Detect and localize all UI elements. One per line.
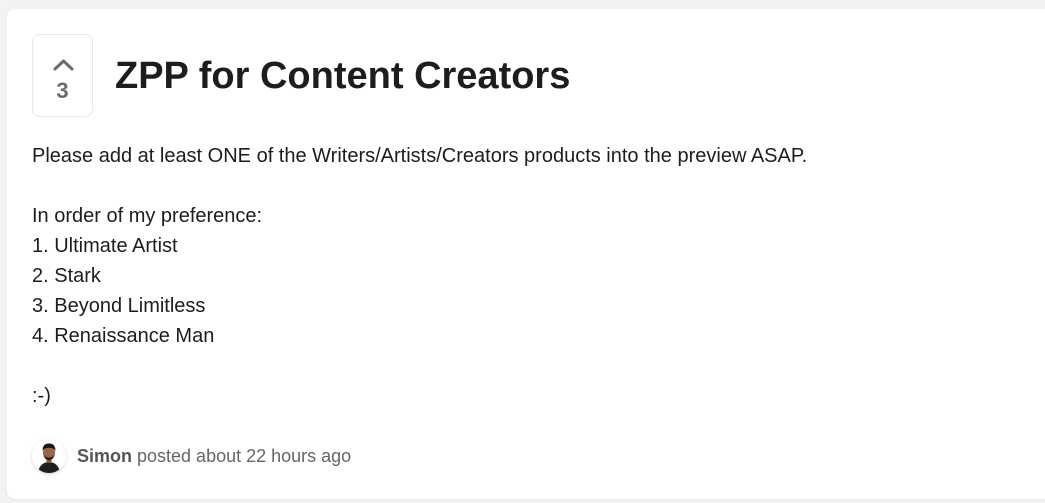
upvote-button[interactable]: 3 bbox=[32, 34, 93, 117]
chevron-up-icon bbox=[53, 59, 74, 71]
post-footer: Simon posted about 22 hours ago bbox=[32, 439, 351, 473]
user-avatar-icon bbox=[32, 439, 66, 473]
body-line-blank bbox=[32, 351, 1012, 381]
body-line: :-) bbox=[32, 385, 51, 407]
avatar[interactable] bbox=[32, 439, 66, 473]
body-line: 1. Ultimate Artist bbox=[32, 235, 178, 257]
body-line: 3. Beyond Limitless bbox=[32, 295, 206, 317]
author-name[interactable]: Simon bbox=[77, 446, 132, 467]
body-line: Please add at least ONE of the Writers/A… bbox=[32, 145, 808, 167]
post-timestamp: posted about 22 hours ago bbox=[137, 445, 352, 466]
post-card: 3 ZPP for Content Creators Please add at… bbox=[7, 9, 1045, 499]
body-line: 4. Renaissance Man bbox=[32, 325, 215, 347]
body-line-blank bbox=[32, 171, 1012, 201]
post-title: ZPP for Content Creators bbox=[115, 55, 571, 97]
body-line: 2. Stark bbox=[32, 265, 101, 287]
post-body: Please add at least ONE of the Writers/A… bbox=[32, 141, 1012, 411]
body-line: In order of my preference: bbox=[32, 205, 263, 227]
vote-count: 3 bbox=[56, 78, 69, 103]
